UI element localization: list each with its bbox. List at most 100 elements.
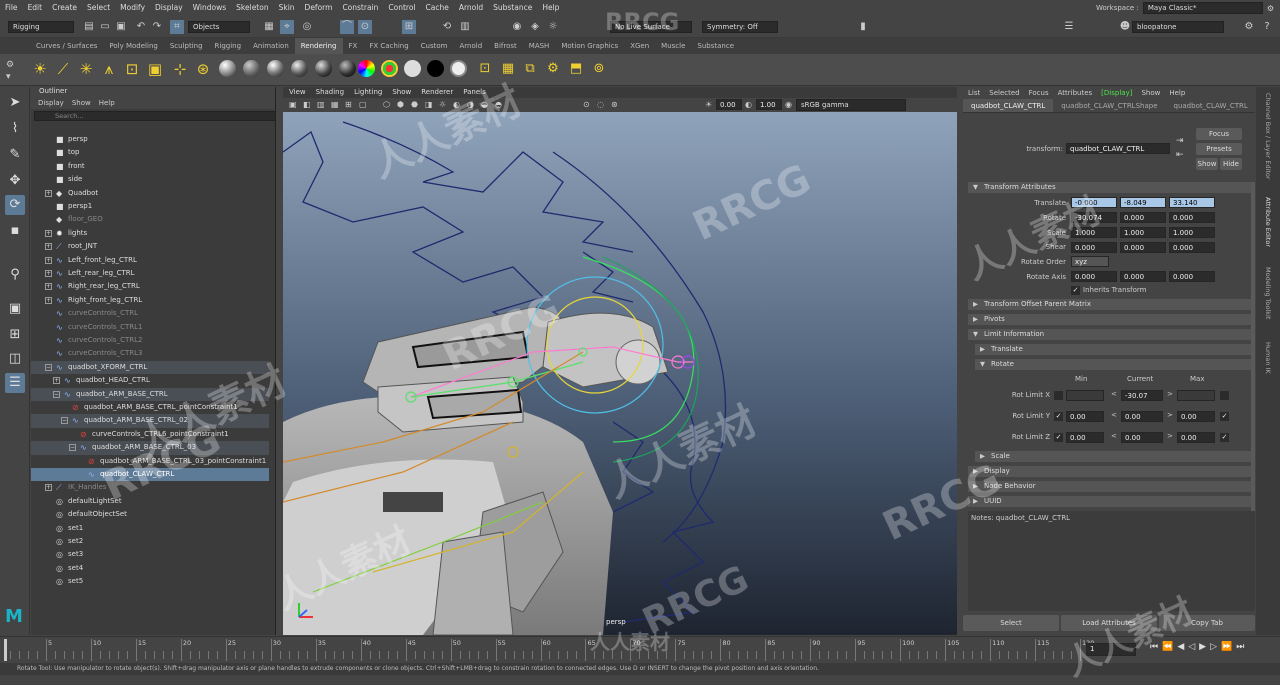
render-settings-shelf-icon[interactable]: ⚙ (543, 59, 563, 79)
rot-limit-x-min-checkbox[interactable] (1054, 391, 1063, 400)
bookmark-icon[interactable]: ▥ (317, 100, 325, 109)
symmetry-dropdown[interactable]: Symmetry: Off (702, 21, 778, 33)
select-by-type-icon[interactable]: ⌖ (280, 20, 294, 34)
select-hierarchy-icon[interactable]: ⌗ (170, 20, 184, 34)
scale-x-field[interactable]: 1.000 (1071, 227, 1117, 238)
help-icon[interactable]: ? (1260, 20, 1274, 34)
wire-on-shaded-icon[interactable]: ⬣ (411, 100, 418, 109)
step-back-frame-icon[interactable]: ◀ (1177, 642, 1184, 652)
expand-icon[interactable]: + (45, 256, 52, 264)
collapse-icon[interactable]: − (45, 363, 52, 371)
single-view-icon[interactable]: ▣ (5, 299, 25, 319)
gamma-icon[interactable]: ◐ (745, 100, 752, 109)
outliner-search-input[interactable]: Search... (34, 111, 276, 121)
workspace-options-icon[interactable]: ⚙ (1267, 4, 1274, 13)
rotate-axis-x-field[interactable]: 0.000 (1071, 271, 1117, 282)
limit-information-section[interactable]: Limit Information (968, 329, 1251, 340)
anisotropic-material-icon[interactable] (315, 60, 332, 77)
shelf-tab-animation[interactable]: Animation (247, 38, 295, 54)
outliner-menu-display[interactable]: Display (38, 97, 64, 109)
snap-curve-icon[interactable]: ⌒ (340, 20, 354, 34)
select-tool-icon[interactable]: ➤ (5, 93, 25, 113)
move-tool-icon[interactable]: ✥ (5, 171, 25, 191)
expand-icon[interactable]: + (53, 377, 60, 385)
rotate-axis-y-field[interactable]: 0.000 (1120, 271, 1166, 282)
presets-button[interactable]: Presets (1196, 143, 1242, 155)
outliner-row[interactable]: + ∿ Right_front_leg_CTRL (31, 294, 269, 307)
open-scene-icon[interactable]: ▭ (98, 20, 112, 34)
rotate-z-field[interactable]: 0.000 (1169, 212, 1215, 223)
render-view-icon[interactable]: ⊡ (475, 59, 495, 79)
outliner-row[interactable]: ■ front (31, 160, 269, 173)
translate-z-field[interactable]: 33.140 (1169, 197, 1215, 208)
xray-icon[interactable]: ◌ (597, 100, 604, 109)
uuid-section[interactable]: UUID (968, 496, 1251, 507)
side-tab-modeling-toolkit[interactable]: Modeling Toolkit (1264, 267, 1272, 319)
rot-limit-z-set-min-icon[interactable]: < (1111, 432, 1117, 440)
rot-limit-y-set-min-icon[interactable]: < (1111, 411, 1117, 419)
menu-substance[interactable]: Substance (488, 0, 537, 16)
camera-aim-icon[interactable]: ⊛ (193, 59, 213, 79)
node-behavior-section[interactable]: Node Behavior (968, 481, 1251, 492)
outliner-row[interactable]: − ∿ quadbot_ARM_BASE_CTRL (31, 387, 269, 401)
rot-limit-z-max-checkbox[interactable]: ✓ (1220, 433, 1229, 442)
outliner-row[interactable]: − ∿ quadbot_ARM_BASE_CTRL_03 (31, 441, 269, 455)
collapse-icon[interactable]: − (53, 390, 60, 398)
shelf-menu-icon[interactable]: ▾ (6, 72, 11, 82)
shelf-tab-mash[interactable]: MASH (523, 38, 556, 54)
translate-x-field[interactable]: -0.000 (1071, 197, 1117, 208)
shelf-tab-fx[interactable]: FX (343, 38, 364, 54)
ae-tab-transform-2[interactable]: quadbot_CLAW_CTRL (1166, 99, 1256, 112)
outliner-row[interactable]: ⊘ quadbot_ARM_BASE_CTRL_pointConstraint1 (31, 401, 269, 414)
rot-limit-x-set-max-icon[interactable]: > (1167, 390, 1173, 398)
shelf-tab-sculpting[interactable]: Sculpting (164, 38, 209, 54)
translate-y-field[interactable]: -8.049 (1120, 197, 1166, 208)
batch-render-icon[interactable]: ⊚ (589, 59, 609, 79)
limit-scale-section[interactable]: Scale (975, 451, 1251, 462)
shelf-tab-xgen[interactable]: XGen (624, 38, 655, 54)
go-to-start-icon[interactable]: ⏮ (1150, 642, 1158, 652)
camera-select-icon[interactable]: ▣ (289, 100, 297, 109)
ae-menu-attributes[interactable]: Attributes (1058, 87, 1093, 99)
viewport-menu-panels[interactable]: Panels (463, 87, 486, 98)
directional-light-icon[interactable]: ⟋ (53, 59, 73, 79)
shelf-tab-substance[interactable]: Substance (691, 38, 740, 54)
lasso-icon[interactable]: ◎ (300, 20, 314, 34)
lambert-material-icon[interactable] (243, 60, 260, 77)
snap-point-icon[interactable]: ⊙ (358, 20, 372, 34)
ambient-light-icon[interactable]: ☀ (30, 59, 50, 79)
wireframe-icon[interactable]: ⬡ (383, 100, 390, 109)
outliner-row[interactable]: ■ top (31, 146, 269, 159)
render-settings-icon[interactable]: ☼ (546, 20, 560, 34)
menu-deform[interactable]: Deform (300, 0, 338, 16)
rot-limit-y-max-field[interactable]: 0.00 (1177, 411, 1215, 422)
outliner-row[interactable]: ■ persp (31, 133, 269, 146)
scale-y-field[interactable]: 1.000 (1120, 227, 1166, 238)
gamma-field[interactable]: 1.00 (756, 99, 782, 110)
menu-file[interactable]: File (0, 0, 23, 16)
outliner-row[interactable]: ◎ set3 (31, 548, 269, 561)
outliner-row[interactable]: ◎ set2 (31, 535, 269, 548)
transform-node-field[interactable]: quadbot_CLAW_CTRL (1066, 143, 1170, 154)
outliner-layout-icon[interactable]: ☰ (5, 373, 25, 393)
rot-limit-y-max-checkbox[interactable]: ✓ (1220, 412, 1229, 421)
shear-xz-field[interactable]: 0.000 (1120, 242, 1166, 253)
ae-select-button[interactable]: Select (963, 615, 1059, 631)
rot-limit-y-set-max-icon[interactable]: > (1167, 411, 1173, 419)
side-tab-attribute-editor[interactable]: Attribute Editor (1264, 197, 1272, 247)
rot-limit-z-min-checkbox[interactable]: ✓ (1054, 433, 1063, 442)
channel-box-icon[interactable]: ☰ (1062, 20, 1076, 34)
offset-parent-matrix-section[interactable]: Transform Offset Parent Matrix (968, 299, 1251, 310)
menu-skin[interactable]: Skin (274, 0, 300, 16)
ae-load-attributes-button[interactable]: Load Attributes (1061, 615, 1157, 631)
show-button[interactable]: Show (1196, 158, 1218, 170)
live-surface-dropdown[interactable]: No Live Surface (610, 21, 692, 33)
sidebar-toggle-icon[interactable]: ▮ (856, 20, 870, 34)
ae-tab-shape[interactable]: quadbot_CLAW_CTRLShape (1053, 99, 1165, 112)
outliner-row[interactable]: + ✹ lights (31, 227, 269, 240)
viewport-menu-renderer[interactable]: Renderer (421, 87, 453, 98)
shelf-tab-motion-graphics[interactable]: Motion Graphics (555, 38, 624, 54)
viewport-menu-shading[interactable]: Shading (316, 87, 344, 98)
viewport-menu-view[interactable]: View (289, 87, 306, 98)
outliner-row[interactable]: ◎ defaultLightSet (31, 495, 269, 508)
